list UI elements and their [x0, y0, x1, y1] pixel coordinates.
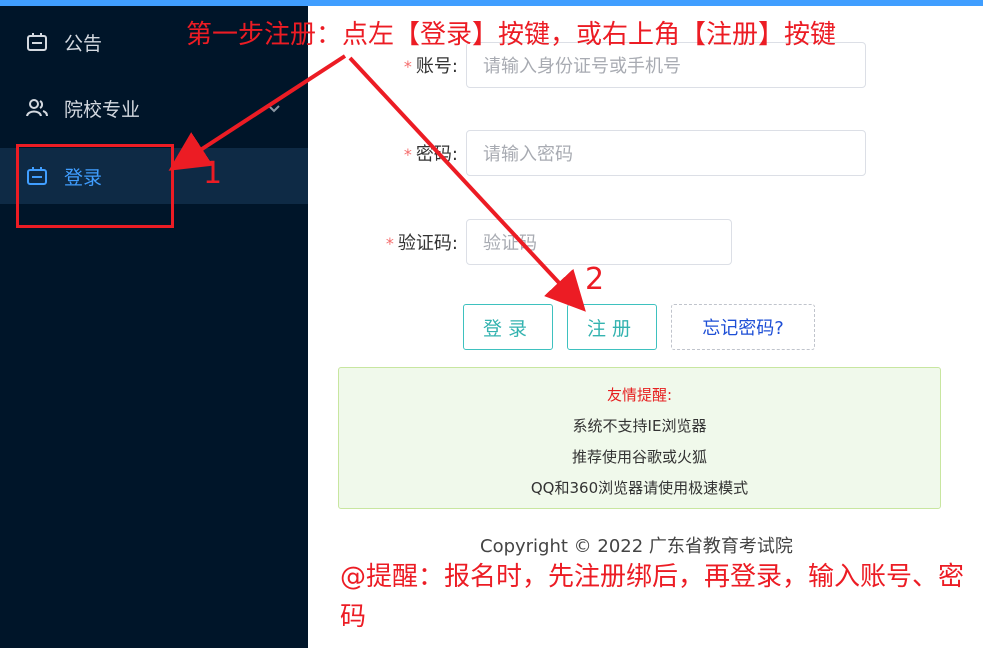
school-icon	[26, 97, 48, 119]
password-label: * 密码:	[403, 144, 458, 165]
sidebar: 公告 院校专业 登录	[0, 6, 308, 648]
notice-title: 友情提醒:	[606, 386, 673, 404]
captcha-input[interactable]: 验证码	[466, 219, 732, 265]
register-button[interactable]: 注册	[567, 304, 657, 350]
account-label: * 账号:	[403, 56, 458, 77]
login-button[interactable]: 登录	[463, 304, 553, 350]
captcha-row: * 验证码: 验证码	[372, 219, 732, 265]
annotation-step-one: 第一步注册：点左【登录】按键，或右上角【注册】按键	[186, 20, 837, 50]
sidebar-item-label: 公告	[64, 32, 103, 55]
forgot-password-link[interactable]: 忘记密码?	[671, 304, 815, 350]
chevron-down-icon[interactable]	[266, 100, 282, 116]
notice-line: QQ和360浏览器请使用极速模式	[530, 479, 749, 497]
sidebar-item-label: 院校专业	[64, 98, 141, 121]
notice-box: 友情提醒: 系统不支持IE浏览器 推荐使用谷歌或火狐 QQ和360浏览器请使用极…	[338, 367, 941, 509]
password-input[interactable]: 请输入密码	[466, 130, 866, 176]
notice-line: 系统不支持IE浏览器	[572, 417, 707, 435]
annotation-number-one: 1	[203, 156, 223, 191]
highlight-box	[16, 144, 174, 228]
password-row: * 密码: 请输入密码	[372, 130, 866, 176]
sidebar-item-schools[interactable]: 院校专业	[0, 80, 308, 136]
annotation-reminder: @提醒：报名时，先注册绑后，再登录，输入账号、密码	[340, 562, 965, 632]
notice-icon	[26, 31, 48, 53]
captcha-label: * 验证码:	[385, 233, 458, 254]
annotation-number-two: 2	[585, 262, 605, 297]
copyright-text: Copyright © 2022 广东省教育考试院	[480, 536, 793, 557]
notice-line: 推荐使用谷歌或火狐	[571, 448, 707, 466]
